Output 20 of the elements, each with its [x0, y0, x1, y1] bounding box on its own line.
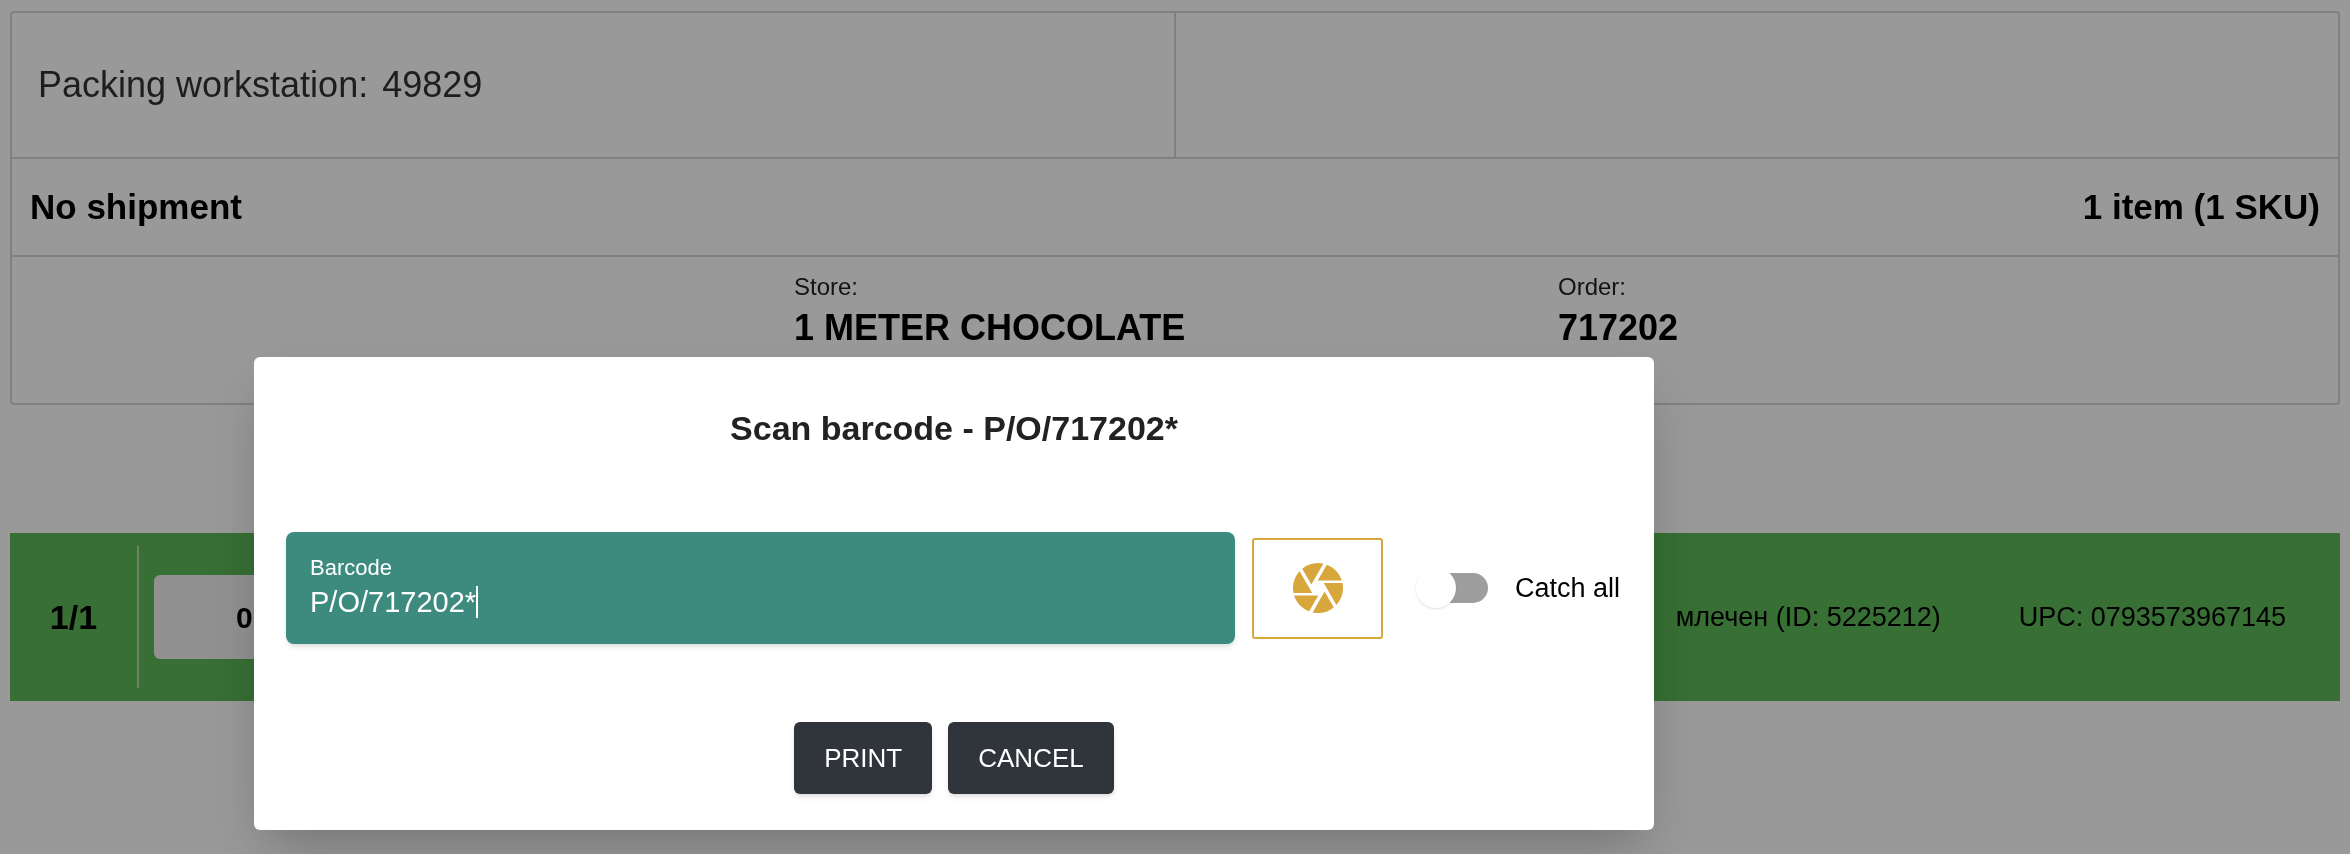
cancel-button[interactable]: CANCEL	[948, 722, 1114, 794]
field-value: P/O/717202*	[310, 585, 477, 620]
barcode-field[interactable]: Barcode P/O/717202*	[286, 532, 1235, 644]
detail-value: 717202	[1558, 307, 1680, 349]
detail-label: Store:	[794, 272, 860, 302]
item-name: млечен (ID: 5225212)	[1675, 600, 1941, 634]
print-button[interactable]: PRINT	[794, 722, 933, 794]
item-position: 1/1	[48, 596, 99, 638]
text-cursor	[476, 586, 479, 618]
detail-label: Order:	[1558, 272, 1627, 302]
item-count: 1 item (1 SKU)	[2082, 185, 2320, 228]
shipment-title: No shipment	[30, 185, 242, 228]
camera-button[interactable]	[1252, 537, 1383, 639]
item-upc: UPC: 0793573967145	[2018, 600, 2286, 634]
field-label: Barcode	[310, 554, 393, 582]
workstation-label: Packing workstation:	[38, 63, 369, 107]
dialog-title: Scan barcode - P/O/717202*	[730, 408, 1178, 449]
catch-all-label: Catch all	[1515, 571, 1621, 605]
detail-value: 1 METER CHOCOLATE	[794, 307, 1187, 349]
workstation-id: 49829	[382, 63, 483, 107]
